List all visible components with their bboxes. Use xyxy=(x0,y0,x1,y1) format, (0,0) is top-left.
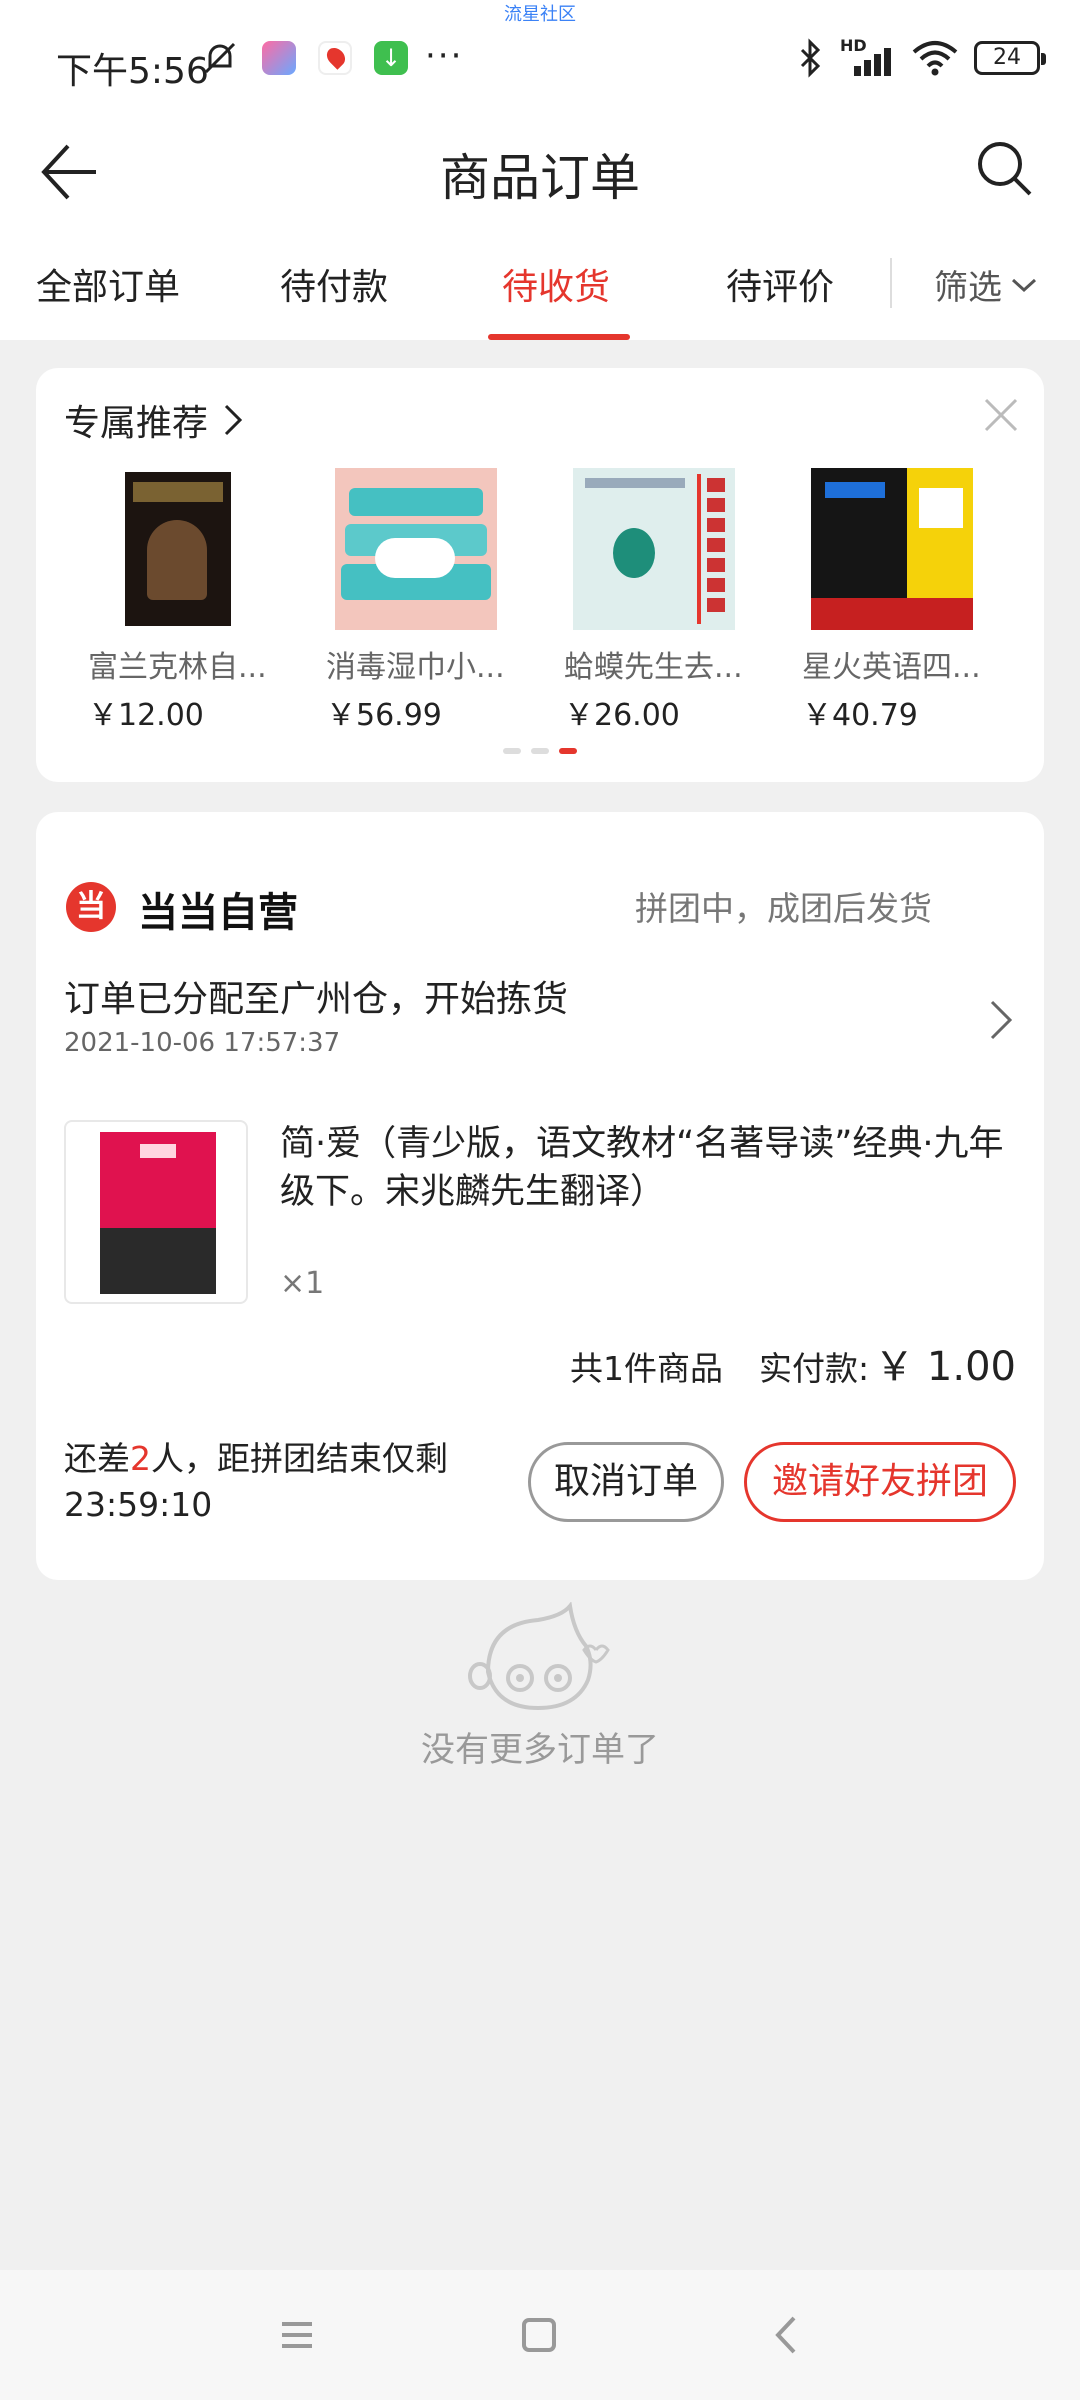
carousel-dot-active xyxy=(559,748,577,754)
home-icon[interactable] xyxy=(514,2310,564,2360)
status-bar: 流星社区 下午5:56 ↓ ··· HD 24 xyxy=(0,0,1080,120)
tab-pending-review[interactable]: 待评价 xyxy=(726,258,834,310)
group-info-prefix: 还差 xyxy=(64,1439,130,1478)
logistics-row[interactable]: 订单已分配至广州仓，开始拣货 2021-10-06 17:57:37 xyxy=(64,970,1024,1070)
chevron-right-icon xyxy=(224,404,243,436)
recommend-item-price: ￥56.99 xyxy=(326,698,442,733)
recommend-header[interactable]: 专属推荐 xyxy=(64,394,244,446)
total-item-count: 共1件商品 xyxy=(570,1349,723,1388)
product-title: 简·爱（青少版，语文教材“名著导读”经典·九年级下。宋兆麟先生翻译） xyxy=(280,1124,1004,1212)
mute-bell-icon xyxy=(204,42,236,74)
filter-button[interactable]: 筛选 xyxy=(934,260,1038,309)
order-status: 拼团中，成团后发货 xyxy=(635,889,932,928)
recommend-item[interactable]: 富兰克林自... ￥12.00 xyxy=(88,468,268,734)
bluetooth-icon xyxy=(800,38,821,78)
close-icon[interactable] xyxy=(980,394,1022,436)
search-icon[interactable] xyxy=(970,134,1040,204)
recommend-item-name: 富兰克林自... xyxy=(88,650,267,685)
book-cover-franklin xyxy=(97,468,259,630)
status-time: 下午5:56 xyxy=(56,51,209,92)
logistics-time: 2021-10-06 17:57:37 xyxy=(64,1028,341,1058)
map-app-icon xyxy=(318,41,352,75)
wipes-product-image xyxy=(335,468,497,630)
group-buy-info: 还差2人，距拼团结束仅剩 23:59:10 xyxy=(64,1436,448,1528)
group-missing-count: 2 xyxy=(130,1439,151,1478)
wifi-icon xyxy=(912,41,958,76)
total-paid-amount: ￥ 1.00 xyxy=(874,1344,1016,1390)
recommend-item[interactable]: 消毒湿巾小... ￥56.99 xyxy=(326,468,506,734)
carousel-dot xyxy=(531,748,549,754)
chevron-right-icon xyxy=(990,1000,1013,1040)
signal-icon: HD xyxy=(840,36,896,78)
download-app-icon: ↓ xyxy=(374,41,408,75)
tab-pending-payment[interactable]: 待付款 xyxy=(280,258,388,310)
recommend-title: 专属推荐 xyxy=(64,403,209,444)
hd-label: HD xyxy=(840,36,867,55)
mascot-icon xyxy=(468,1602,610,1711)
invite-friends-button[interactable]: 邀请好友拼团 xyxy=(744,1442,1016,1522)
carousel-dot xyxy=(503,748,521,754)
product-quantity: ×1 xyxy=(280,1266,325,1301)
recommend-item[interactable]: 星火英语四... ￥40.79 xyxy=(802,468,982,734)
back-icon[interactable] xyxy=(762,2310,812,2360)
system-nav-bar xyxy=(0,2270,1080,2400)
recommend-item[interactable]: 蛤蟆先生去... ￥26.00 xyxy=(564,468,744,734)
order-total-row: 共1件商品 实付款: ￥ 1.00 xyxy=(570,1334,1016,1392)
more-notifications-icon: ··· xyxy=(425,36,464,76)
shop-name: 当当自营 xyxy=(138,890,298,936)
order-card[interactable]: 当 当当自营 拼团中，成团后发货 订单已分配至广州仓，开始拣货 2021-10-… xyxy=(36,812,1044,1580)
book-cover-toad xyxy=(573,468,735,630)
recommend-item-name: 星火英语四... xyxy=(802,650,981,685)
order-page: 流星社区 下午5:56 ↓ ··· HD 24 商品订单 全部订单 待付款 待收… xyxy=(0,0,1080,2400)
dangdang-logo-icon: 当 xyxy=(66,882,116,932)
cancel-order-button[interactable]: 取消订单 xyxy=(528,1442,724,1522)
tab-pending-receipt[interactable]: 待收货 xyxy=(502,258,610,310)
recommend-item-name: 蛤蟆先生去... xyxy=(564,650,743,685)
group-countdown: 23:59:10 xyxy=(64,1485,213,1524)
watermark-text: 流星社区 xyxy=(504,4,576,25)
no-more-orders-text: 没有更多订单了 xyxy=(421,1730,659,1770)
recommend-item-price: ￥26.00 xyxy=(564,698,680,733)
book-cover-spark-english xyxy=(811,468,973,630)
battery-icon: 24 xyxy=(974,41,1046,75)
page-title: 商品订单 xyxy=(440,149,640,207)
filter-label: 筛选 xyxy=(934,268,1002,308)
group-info-suffix: 人，距拼团结束仅剩 xyxy=(151,1439,448,1478)
notification-icons: ↓ xyxy=(200,38,408,78)
app-header: 商品订单 xyxy=(0,120,1080,228)
recommend-item-price: ￥40.79 xyxy=(802,698,918,733)
tab-all-orders[interactable]: 全部订单 xyxy=(36,258,180,310)
total-paid-label: 实付款: xyxy=(759,1349,870,1388)
video-app-icon xyxy=(262,41,296,75)
active-tab-indicator xyxy=(488,334,630,340)
recommend-item-name: 消毒湿巾小... xyxy=(326,650,505,685)
logistics-text: 订单已分配至广州仓，开始拣货 xyxy=(64,979,569,1020)
recommend-card: 专属推荐 富兰克林自... ￥12.00 消毒湿巾小... ￥56.99 蛤蟆先… xyxy=(36,368,1044,782)
status-right-icons: HD 24 xyxy=(796,36,1046,78)
recommend-item-price: ￥12.00 xyxy=(88,698,204,733)
chevron-down-icon xyxy=(1011,278,1037,292)
carousel-dots xyxy=(503,748,577,754)
menu-icon[interactable] xyxy=(272,2310,322,2360)
tab-divider xyxy=(890,258,892,308)
product-image-jane-eyre[interactable] xyxy=(64,1120,248,1304)
order-tabs: 全部订单 待付款 待收货 待评价 筛选 xyxy=(0,228,1080,340)
